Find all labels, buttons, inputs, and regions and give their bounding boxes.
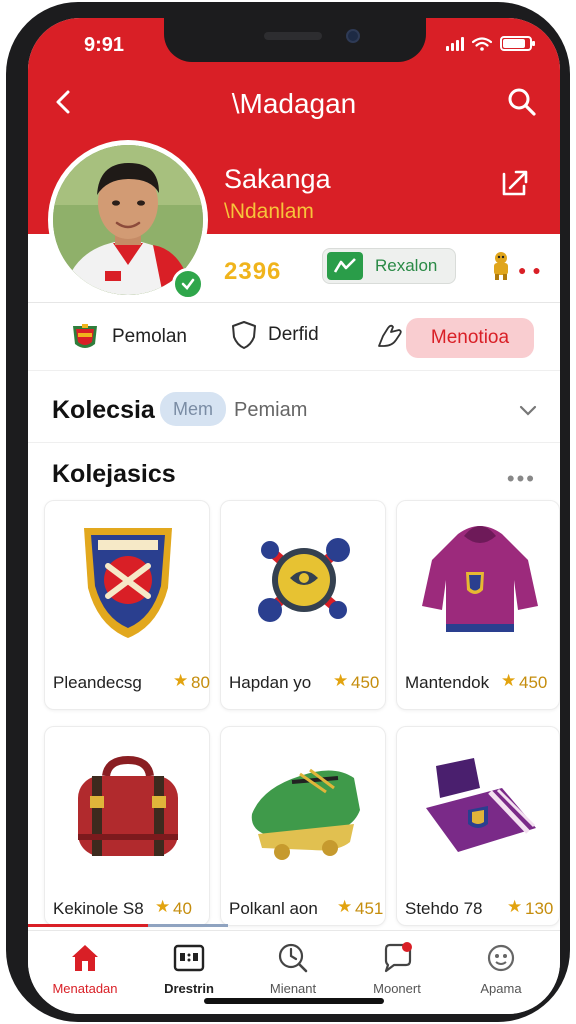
filter-row: Pemolan Derfid Menotioa	[28, 316, 560, 360]
item-name: Polkanl aon	[229, 899, 318, 918]
purple-scarf-icon	[397, 727, 560, 885]
nav-item-moonert[interactable]: Moonert	[344, 941, 450, 996]
settings-icon	[484, 941, 518, 975]
share-edit-icon[interactable]	[496, 164, 532, 200]
collection-chip[interactable]: Mem	[160, 392, 226, 426]
item-name: Pleandecsg	[53, 673, 142, 692]
collection-subtitle: Pemiam	[234, 399, 308, 421]
speaker	[264, 32, 322, 40]
item-price: 130	[525, 899, 554, 918]
filter-menotioa[interactable]: Menotioa	[406, 318, 534, 358]
item-card[interactable]: Mantendok ★ 450	[396, 500, 560, 710]
chevron-down-icon[interactable]	[518, 400, 538, 420]
filter-label: Pemolan	[112, 326, 187, 347]
hand-icon	[378, 324, 402, 347]
home-icon	[68, 941, 102, 975]
item-price: 40	[173, 899, 192, 918]
divider	[28, 302, 560, 303]
star-icon: ★	[507, 897, 523, 916]
phone-frame: 9:91 \Madagan Sakanga \Ndanlam 2396 Rexa…	[6, 2, 570, 1022]
mascot-icon[interactable]	[490, 250, 512, 280]
item-name: Stehdo 78	[405, 899, 483, 918]
item-price: 450	[519, 673, 548, 692]
item-price: 451	[355, 899, 384, 918]
front-camera	[346, 29, 360, 43]
battery-icon	[500, 36, 535, 51]
more-dots-icon[interactable]: ● ●	[518, 262, 542, 278]
rank-chart-icon	[327, 252, 363, 280]
nav-item-drestrin[interactable]: Drestrin	[136, 941, 242, 996]
nav-label: Moonert	[373, 981, 421, 996]
collection-title: Kolecsia	[52, 396, 155, 424]
filter-hand[interactable]	[374, 320, 404, 350]
club-crest-icon	[73, 324, 97, 348]
purple-hoodie-icon	[397, 501, 560, 659]
item-name: Mantendok	[405, 673, 490, 692]
more-options-icon[interactable]: •••	[507, 466, 536, 492]
item-card[interactable]: Kekinole S8 ★ 40	[44, 726, 210, 926]
nav-label: Drestrin	[164, 981, 214, 996]
top-nav-bar: \Madagan	[28, 78, 560, 128]
red-bag-icon	[45, 727, 211, 885]
clock-search-icon	[276, 941, 310, 975]
search-icon[interactable]	[504, 84, 540, 120]
points-value: 2396	[224, 258, 282, 285]
divider	[28, 370, 560, 371]
profile-name: Sakanga	[224, 164, 331, 194]
nav-item-apama[interactable]: Apama	[448, 941, 554, 996]
active-tab-indicator	[28, 924, 148, 927]
verified-badge-icon	[172, 268, 204, 300]
scoreboard-icon	[172, 941, 206, 975]
home-indicator[interactable]	[204, 998, 384, 1004]
item-card[interactable]: Pleandecsg ★ 80	[44, 500, 210, 710]
green-boot-icon	[221, 727, 387, 885]
star-icon: ★	[337, 897, 353, 916]
nav-label: Mienant	[269, 981, 317, 996]
item-price: 450	[351, 673, 380, 692]
item-price: 80	[191, 673, 210, 692]
section-title: Kolejasics	[52, 460, 176, 488]
tab-indicator-secondary	[148, 924, 228, 927]
filter-pemolan[interactable]: Pemolan	[68, 320, 187, 354]
nav-label: Menatadan	[52, 981, 118, 996]
nav-item-mienant[interactable]: Mienant	[240, 941, 346, 996]
filter-derfid[interactable]: Derfid	[230, 320, 319, 350]
rank-label: Rexalon	[375, 256, 438, 275]
crest-shield-icon	[45, 501, 211, 659]
star-icon: ★	[501, 671, 517, 690]
status-icons	[446, 36, 535, 51]
notch	[164, 18, 426, 62]
page-title: \Madagan	[231, 88, 357, 119]
item-name: Hapdan yo	[229, 673, 312, 692]
signal-icon	[446, 36, 464, 51]
rank-badge[interactable]: Rexalon	[322, 248, 456, 284]
star-icon: ★	[333, 671, 349, 690]
item-name: Kekinole S8	[53, 899, 144, 918]
item-card[interactable]: Hapdan yo ★ 450	[220, 500, 386, 710]
status-time: 9:91	[84, 34, 125, 56]
filter-label: Derfid	[268, 324, 319, 345]
item-card[interactable]: Polkanl aon ★ 451	[220, 726, 386, 926]
item-card[interactable]: Stehdo 78 ★ 130	[396, 726, 560, 926]
divider	[28, 442, 560, 443]
collection-filter-row[interactable]: Kolecsia Mem Pemiam	[28, 388, 560, 432]
nav-item-home[interactable]: Menatadan	[32, 941, 138, 996]
app-screen: 9:91 \Madagan Sakanga \Ndanlam 2396 Rexa…	[28, 18, 560, 1014]
shield-icon	[232, 321, 256, 349]
wifi-icon	[472, 36, 492, 51]
star-icon: ★	[173, 671, 189, 690]
profile-subtitle: \Ndanlam	[224, 200, 314, 223]
star-icon: ★	[155, 897, 171, 916]
spinner-gadget-icon	[221, 501, 387, 659]
nav-label: Apama	[480, 981, 522, 996]
chat-notification-icon	[380, 941, 414, 975]
